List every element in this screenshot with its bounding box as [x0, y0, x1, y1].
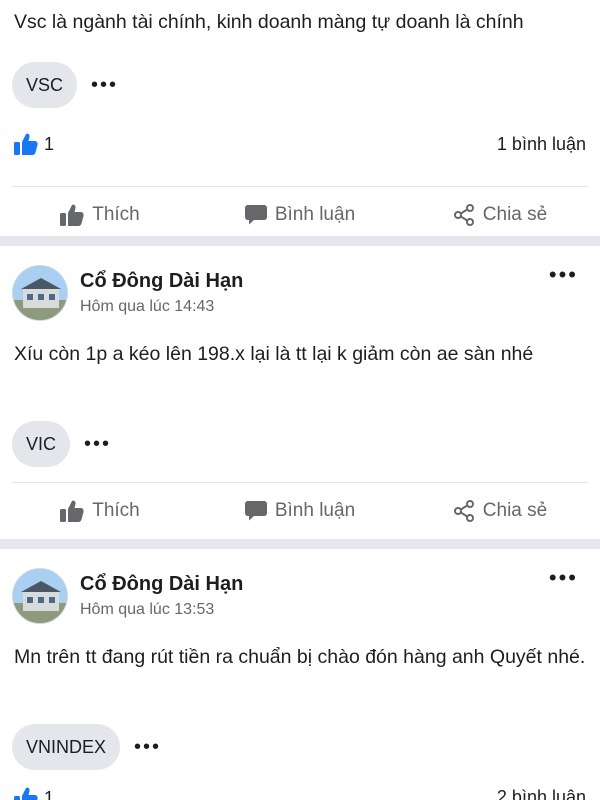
tag-chip[interactable]: VSC — [12, 62, 78, 108]
post-timestamp[interactable]: Hôm qua lúc 14:43 — [80, 296, 588, 318]
post-divider — [0, 539, 600, 549]
author-block: Cổ Đông Dài Hạn Hôm qua lúc 13:53 — [80, 572, 588, 621]
author-name[interactable]: Cổ Đông Dài Hạn — [80, 572, 588, 596]
action-bar: Thích Bình luận Chia sẻ — [0, 187, 600, 243]
more-options-icon[interactable]: ••• — [549, 264, 578, 286]
house-image-icon — [13, 569, 67, 623]
more-options-icon[interactable]: ••• — [549, 567, 578, 589]
thumbs-up-icon — [60, 500, 84, 522]
share-label: Chia sẻ — [482, 204, 548, 225]
like-count: 1 — [44, 133, 55, 154]
like-label: Thích — [92, 204, 140, 225]
more-options-icon[interactable]: ••• — [134, 736, 161, 759]
comment-label: Bình luận — [274, 500, 356, 521]
comment-count[interactable]: 2 bình luận — [497, 787, 586, 800]
comment-button[interactable]: Bình luận — [200, 204, 400, 226]
like-label: Thích — [92, 500, 140, 521]
post-text: Xíu còn 1p a kéo lên 198.x lại là tt lại… — [14, 343, 534, 365]
author-block: Cổ Đông Dài Hạn Hôm qua lúc 14:43 — [80, 269, 588, 318]
post-header: Cổ Đông Dài Hạn Hôm qua lúc 14:43 ••• — [0, 246, 600, 326]
more-options-icon[interactable]: ••• — [91, 74, 118, 97]
comment-count[interactable]: 1 bình luận — [497, 134, 586, 155]
tag-chip[interactable]: VNINDEX — [12, 724, 121, 770]
thumbs-up-icon — [14, 133, 38, 155]
comment-icon — [244, 501, 267, 521]
tag-chip[interactable]: VIC — [12, 421, 71, 467]
like-button[interactable]: Thích — [0, 204, 200, 226]
share-icon — [453, 204, 474, 226]
like-count: 1 — [44, 787, 55, 800]
post-timestamp[interactable]: Hôm qua lúc 13:53 — [80, 599, 588, 621]
post: Cổ Đông Dài Hạn Hôm qua lúc 14:43 ••• Xí… — [0, 246, 600, 539]
avatar[interactable] — [12, 568, 68, 624]
house-image-icon — [13, 266, 67, 320]
tag-row: VIC ••• — [0, 418, 600, 470]
author-name[interactable]: Cổ Đông Dài Hạn — [80, 269, 588, 293]
thumbs-up-icon — [14, 787, 38, 800]
comment-button[interactable]: Bình luận — [200, 500, 400, 522]
post: Cổ Đông Dài Hạn Hôm qua lúc 13:53 ••• Mn… — [0, 549, 600, 800]
avatar[interactable] — [12, 265, 68, 321]
reaction-summary[interactable]: 1 2 bình luận — [0, 787, 600, 800]
thumbs-up-icon — [60, 204, 84, 226]
like-summary[interactable]: 1 — [14, 133, 54, 155]
share-button[interactable]: Chia sẻ — [400, 204, 600, 226]
tag-row: VNINDEX ••• — [0, 721, 600, 773]
share-label: Chia sẻ — [482, 500, 548, 521]
post-text: Mn trên tt đang rút tiền ra chuẩn bị chà… — [14, 646, 586, 668]
tag-row: VSC ••• — [0, 50, 600, 120]
share-button[interactable]: Chia sẻ — [400, 500, 600, 522]
like-summary[interactable]: 1 — [14, 787, 54, 800]
share-icon — [453, 500, 474, 522]
more-options-icon[interactable]: ••• — [84, 433, 111, 456]
reaction-summary[interactable]: 1 1 bình luận — [0, 120, 600, 168]
action-bar: Thích Bình luận Chia sẻ — [0, 483, 600, 539]
comment-icon — [244, 205, 267, 225]
comment-label: Bình luận — [274, 204, 356, 225]
post-header: Cổ Đông Dài Hạn Hôm qua lúc 13:53 ••• — [0, 549, 600, 629]
post-text: Vsc là ngành tài chính, kinh doanh màng … — [14, 11, 524, 33]
post-partial: Vsc là ngành tài chính, kinh doanh màng … — [0, 0, 600, 236]
like-button[interactable]: Thích — [0, 500, 200, 522]
